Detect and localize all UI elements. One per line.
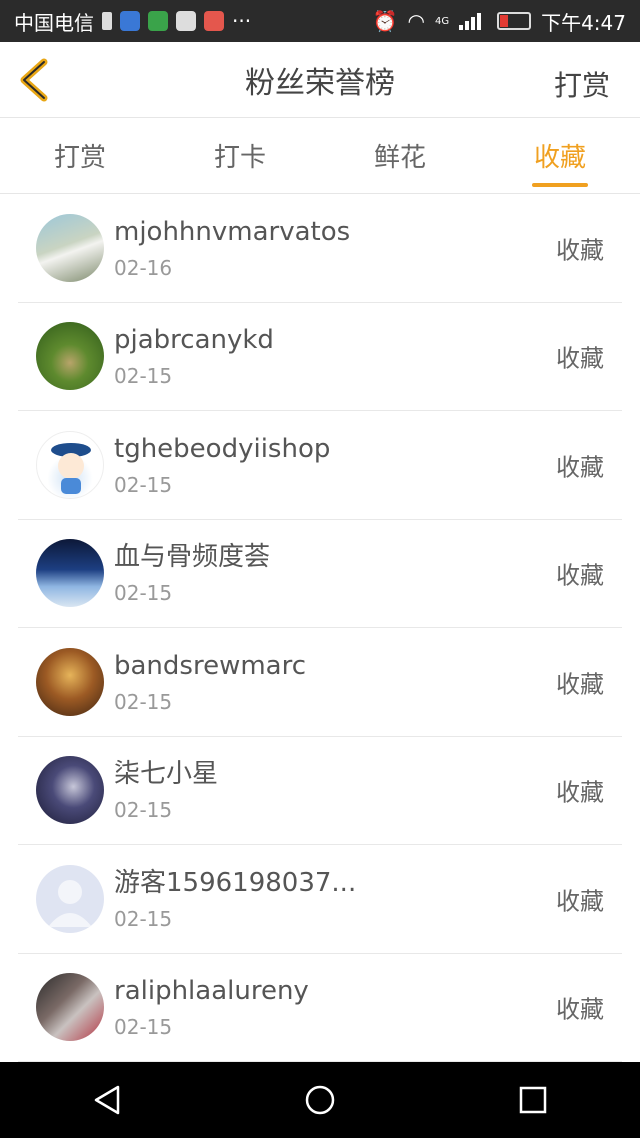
page-header: 粉丝荣誉榜 打赏 bbox=[0, 42, 640, 118]
avatar bbox=[36, 213, 104, 282]
user-name: mjohhnvmarvatos bbox=[114, 216, 351, 247]
list-item[interactable]: 游客1596198037... 02-15 收藏 bbox=[18, 845, 622, 954]
list-item[interactable]: tghebeodyiishop 02-15 收藏 bbox=[18, 411, 622, 520]
clock: 下午4:47 bbox=[541, 10, 626, 35]
date-label: 02-15 bbox=[114, 689, 173, 714]
date-label: 02-15 bbox=[114, 798, 173, 823]
action-label: 收藏 bbox=[556, 887, 604, 916]
reward-button[interactable]: 打赏 bbox=[554, 64, 610, 104]
date-label: 02-15 bbox=[114, 1015, 173, 1040]
chevron-left-icon bbox=[20, 58, 48, 102]
fan-list: mjohhnvmarvatos 02-16 收藏 pjabrcanykd 02-… bbox=[18, 194, 622, 1062]
date-label: 02-15 bbox=[114, 472, 173, 497]
action-label: 收藏 bbox=[556, 453, 604, 482]
user-name: 游客1596198037... bbox=[114, 867, 357, 898]
list-item[interactable]: 柒七小星 02-15 收藏 bbox=[18, 737, 622, 845]
date-label: 02-15 bbox=[114, 581, 173, 606]
carrier-label: 中国电信 bbox=[14, 10, 94, 35]
tab-flowers[interactable]: 鲜花 bbox=[320, 118, 480, 193]
signal-icon bbox=[459, 12, 487, 30]
list-item[interactable]: bandsrewmarc 02-15 收藏 bbox=[18, 628, 622, 737]
user-name: tghebeodyiishop bbox=[114, 433, 331, 464]
avatar bbox=[36, 430, 104, 499]
circle-home-icon bbox=[305, 1085, 335, 1115]
avatar bbox=[36, 647, 104, 716]
action-label: 收藏 bbox=[556, 778, 604, 807]
avatar bbox=[36, 973, 104, 1042]
status-bar: 中国电信 ··· ⏰ ◠ 4G 下午4:47 bbox=[0, 0, 640, 42]
wifi-icon: ◠ bbox=[407, 9, 425, 33]
avatar bbox=[36, 756, 104, 825]
square-recents-icon bbox=[520, 1086, 547, 1114]
network-type-label: 4G bbox=[434, 15, 450, 27]
date-label: 02-16 bbox=[114, 255, 173, 280]
action-label: 收藏 bbox=[556, 236, 604, 265]
action-label: 收藏 bbox=[556, 344, 604, 373]
user-name: pjabrcanykd bbox=[114, 325, 274, 356]
sim-icon bbox=[102, 12, 112, 30]
list-item[interactable]: 血与骨频度荟 02-15 收藏 bbox=[18, 520, 622, 628]
back-button[interactable] bbox=[16, 58, 56, 102]
list-item[interactable]: mjohhnvmarvatos 02-16 收藏 bbox=[18, 194, 622, 303]
video-app-icon bbox=[148, 11, 168, 31]
wechat-icon bbox=[176, 11, 196, 31]
user-name: bandsrewmarc bbox=[114, 650, 307, 681]
action-label: 收藏 bbox=[556, 670, 604, 699]
alarm-icon: ⏰ bbox=[372, 9, 398, 33]
browser-icon bbox=[120, 11, 140, 31]
avatar bbox=[36, 864, 104, 933]
tab-bar: 打赏 打卡 鲜花 收藏 bbox=[0, 118, 640, 194]
tab-favorites[interactable]: 收藏 bbox=[480, 118, 640, 193]
nav-back-button[interactable] bbox=[87, 1080, 127, 1120]
avatar bbox=[36, 539, 104, 608]
nav-recents-button[interactable] bbox=[513, 1080, 553, 1120]
action-label: 收藏 bbox=[556, 561, 604, 590]
tab-checkin[interactable]: 打卡 bbox=[160, 118, 320, 193]
more-notifications-icon: ··· bbox=[232, 9, 252, 33]
user-name: raliphlaalureny bbox=[114, 976, 309, 1007]
battery-icon bbox=[497, 12, 532, 30]
avatar bbox=[36, 322, 104, 391]
date-label: 02-15 bbox=[114, 364, 173, 389]
user-name: 血与骨频度荟 bbox=[114, 542, 271, 573]
tab-reward[interactable]: 打赏 bbox=[0, 118, 160, 193]
system-nav-bar bbox=[0, 1062, 640, 1138]
list-item[interactable]: pjabrcanykd 02-15 收藏 bbox=[18, 303, 622, 411]
user-name: 柒七小星 bbox=[114, 759, 219, 790]
page-title: 粉丝荣誉榜 bbox=[245, 65, 395, 101]
date-label: 02-15 bbox=[114, 906, 173, 931]
action-label: 收藏 bbox=[556, 995, 604, 1024]
list-item[interactable]: raliphlaalureny 02-15 收藏 bbox=[18, 954, 622, 1062]
nav-home-button[interactable] bbox=[300, 1080, 340, 1120]
triangle-back-icon bbox=[94, 1085, 119, 1115]
map-app-icon bbox=[204, 11, 224, 31]
